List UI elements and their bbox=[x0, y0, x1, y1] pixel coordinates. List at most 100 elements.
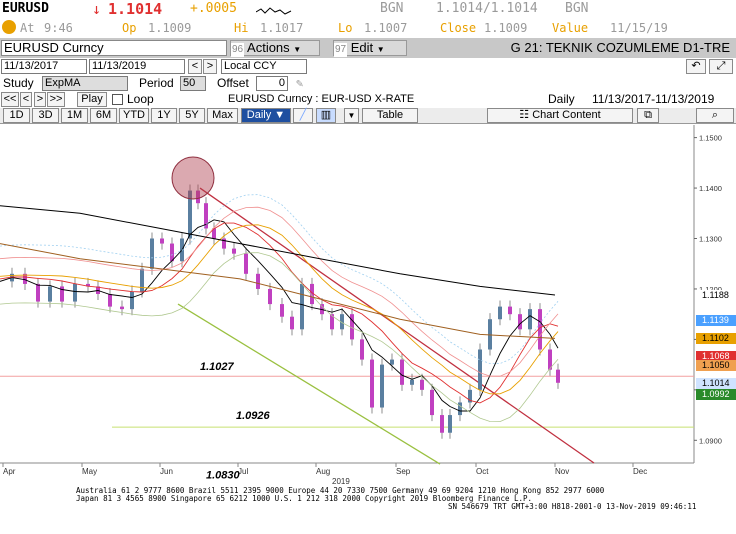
study-select[interactable]: ExpMA bbox=[42, 76, 128, 91]
caret-down-icon: ▼ bbox=[376, 45, 385, 54]
candle bbox=[478, 349, 482, 390]
peak-highlight bbox=[171, 156, 215, 200]
month-label: Aug bbox=[316, 467, 330, 476]
pencil-icon[interactable]: ✎ bbox=[296, 76, 303, 90]
candle bbox=[370, 359, 374, 408]
ticker-bar: EURUSD ↓ 1.1014 +.0005 BGN 1.1014/1.1014… bbox=[0, 0, 736, 18]
step-back-button[interactable]: < bbox=[20, 92, 32, 107]
candle bbox=[160, 238, 164, 244]
high-value: 1.1017 bbox=[260, 21, 304, 35]
price-tag: 1.1102 bbox=[696, 333, 736, 345]
zoom-icon[interactable]: ⌕ bbox=[696, 108, 734, 123]
ema-orange bbox=[0, 224, 559, 395]
period-1d-button[interactable]: 1D bbox=[3, 108, 30, 123]
period-6m-button[interactable]: 6M bbox=[90, 108, 117, 123]
candle bbox=[556, 369, 560, 383]
price-tag: 1.1188 bbox=[696, 290, 736, 301]
actions-menu[interactable]: 96 Actions ▼ bbox=[230, 40, 320, 57]
candle bbox=[448, 415, 452, 433]
edit-label: Edit bbox=[350, 40, 374, 55]
period-input[interactable]: 50 bbox=[180, 76, 206, 91]
fast-forward-button[interactable]: >> bbox=[47, 92, 65, 107]
month-label: Oct bbox=[476, 467, 489, 476]
footer-line-3: SN 546679 TRT GMT+3:00 H818-2001-0 13-No… bbox=[448, 502, 697, 511]
candle bbox=[244, 253, 248, 274]
candle bbox=[73, 283, 77, 302]
end-date-input[interactable]: 11/13/2019 bbox=[89, 59, 185, 74]
close-label: Close bbox=[440, 21, 477, 35]
edit-menu[interactable]: 97 Edit ▼ bbox=[333, 40, 407, 57]
month-label: Apr bbox=[3, 467, 16, 476]
actions-label: Actions bbox=[247, 40, 290, 55]
candle bbox=[528, 309, 532, 330]
table-button[interactable]: Table bbox=[362, 108, 418, 123]
step-forward-button[interactable]: > bbox=[34, 92, 46, 107]
prev-period-button[interactable]: < bbox=[188, 59, 202, 74]
candle bbox=[498, 306, 502, 320]
play-button[interactable]: Play bbox=[77, 92, 107, 107]
chart-content-button[interactable]: ☷ Chart Content bbox=[487, 108, 633, 123]
offset-input[interactable]: 0 bbox=[256, 76, 288, 91]
level-label: 1.1027 bbox=[200, 361, 235, 373]
period-1m-button[interactable]: 1M bbox=[61, 108, 88, 123]
ma-100 bbox=[0, 243, 556, 339]
period-ytd-button[interactable]: YTD bbox=[119, 108, 149, 123]
down-arrow-icon: ↓ bbox=[92, 0, 102, 18]
new-window-icon[interactable]: ⧉ bbox=[637, 108, 659, 123]
security-field[interactable]: EURUSD Curncy bbox=[1, 40, 227, 56]
candle bbox=[108, 294, 112, 307]
period-toolbar: 1D 3D 1M 6M YTD 1Y 5Y Max Daily ▼ ╱ ▥ ▼ … bbox=[0, 108, 736, 124]
candle bbox=[280, 304, 284, 317]
ticker-symbol[interactable]: EURUSD bbox=[2, 1, 49, 16]
period-label: Period bbox=[139, 76, 174, 90]
chart-type-dropdown-icon[interactable]: ▼ bbox=[344, 108, 359, 123]
ask-source-label: BGN bbox=[565, 1, 589, 16]
date-range-label: 11/13/2017-11/13/2019 bbox=[592, 92, 715, 106]
period-5y-button[interactable]: 5Y bbox=[179, 108, 205, 123]
expand-icon[interactable]: ⤢ bbox=[709, 59, 733, 74]
loop-checkbox[interactable] bbox=[112, 94, 123, 105]
at-label: At bbox=[20, 21, 35, 35]
candle bbox=[36, 283, 40, 302]
value-label: Value bbox=[552, 21, 589, 35]
period-3d-button[interactable]: 3D bbox=[32, 108, 59, 123]
low-label: Lo bbox=[338, 21, 353, 35]
open-value: 1.1009 bbox=[148, 21, 192, 35]
candle bbox=[150, 238, 154, 269]
price-chart[interactable]: 1.15001.14001.13001.12001.11001.10001.09… bbox=[0, 125, 736, 530]
y-tick-label: 1.1500 bbox=[699, 134, 722, 143]
edit-num: 97 bbox=[334, 43, 348, 57]
frequency-select[interactable]: Daily ▼ bbox=[241, 108, 291, 123]
undo-icon[interactable]: ↶ bbox=[686, 59, 706, 74]
clock-icon bbox=[2, 20, 16, 34]
bollinger-lower bbox=[0, 252, 559, 423]
high-label: Hi bbox=[234, 21, 249, 35]
currency-select[interactable]: Local CCY bbox=[221, 59, 307, 74]
ema-black bbox=[0, 219, 559, 412]
sparkline-icon bbox=[256, 7, 292, 15]
candle bbox=[232, 248, 236, 254]
level-label: 1.0926 bbox=[236, 410, 271, 422]
frequency-value: Daily bbox=[246, 109, 272, 121]
next-period-button[interactable]: > bbox=[203, 59, 217, 74]
date-bar: 11/13/2017 11/13/2019 < > Local CCY ↶ ⤢ bbox=[0, 58, 736, 76]
last-price: 1.1014 bbox=[108, 0, 163, 18]
candle bbox=[380, 364, 384, 408]
candle bbox=[290, 316, 294, 330]
start-date-input[interactable]: 11/13/2017 bbox=[1, 59, 87, 74]
rewind-button[interactable]: << bbox=[1, 92, 19, 107]
candle bbox=[390, 359, 394, 365]
caret-down-icon: ▼ bbox=[293, 45, 302, 54]
loop-label: Loop bbox=[127, 92, 154, 106]
open-label: Op bbox=[122, 21, 137, 35]
line-chart-icon[interactable]: ╱ bbox=[293, 108, 313, 123]
candle bbox=[430, 389, 434, 416]
period-max-button[interactable]: Max bbox=[207, 108, 238, 123]
period-1y-button[interactable]: 1Y bbox=[151, 108, 177, 123]
envelope-dotted bbox=[0, 194, 559, 365]
bar-chart-icon[interactable]: ▥ bbox=[316, 108, 336, 123]
bid-ask: 1.1014/1.1014 bbox=[436, 1, 538, 16]
bid-source-label: BGN bbox=[380, 1, 404, 16]
candle bbox=[120, 306, 124, 310]
year-label: 2019 bbox=[332, 477, 350, 486]
